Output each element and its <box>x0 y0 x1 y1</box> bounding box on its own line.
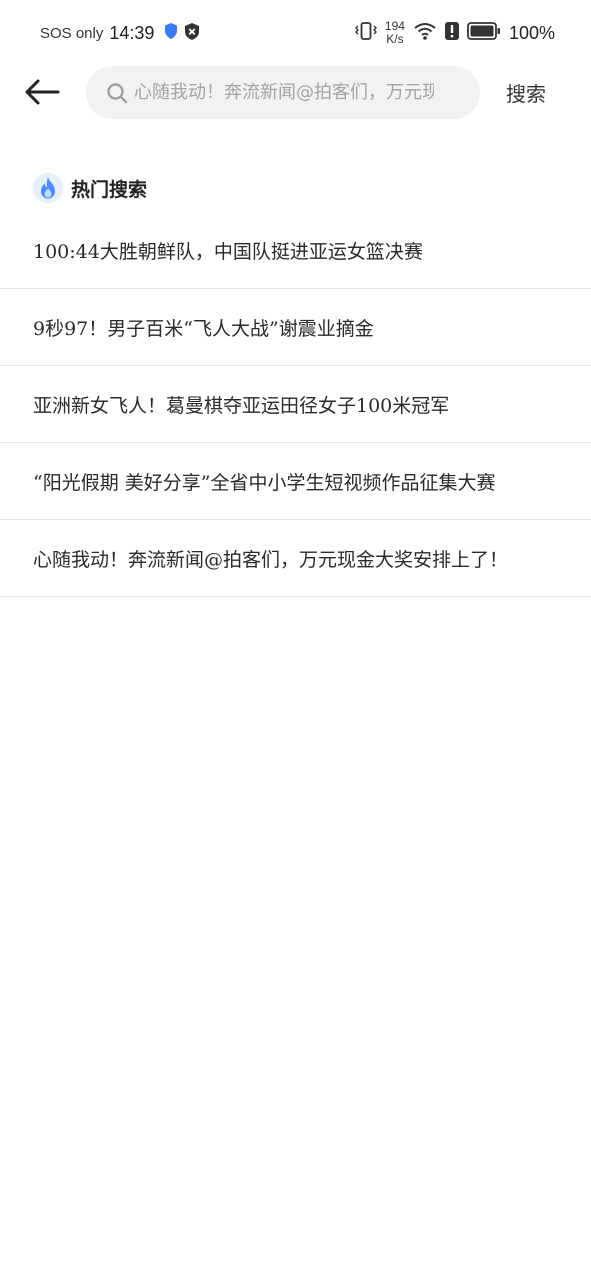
carrier-label: SOS only <box>40 24 104 42</box>
hot-search-item[interactable]: 亚洲新女飞人！葛曼棋夺亚运田径女子100米冠军 <box>0 366 591 443</box>
hot-search-item[interactable]: 心随我动！奔流新闻@拍客们，万元现金大奖安排上了！ <box>0 520 591 597</box>
hot-search-item[interactable]: “阳光假期 美好分享”全省中小学生短视频作品征集大赛 <box>0 443 591 520</box>
shield-icon <box>164 23 178 43</box>
search-icon <box>106 82 128 104</box>
clock-time: 14:39 <box>109 22 155 43</box>
battery-percent: 100% <box>508 22 555 43</box>
wifi-icon <box>413 21 437 45</box>
status-bar: SOS only 14:39 194 K/s 100% <box>0 0 591 66</box>
hot-search-list: 100:44大胜朝鲜队，中国队挺进亚运女篮决赛 9秒97！男子百米“飞人大战”谢… <box>0 212 591 597</box>
search-box[interactable] <box>86 66 480 119</box>
status-bar-right: 194 K/s 100% <box>354 18 555 48</box>
search-input[interactable] <box>134 82 434 103</box>
arrow-left-icon <box>24 79 60 109</box>
hot-search-item[interactable]: 9秒97！男子百米“飞人大战”谢震业摘金 <box>0 289 591 366</box>
hot-search-item[interactable]: 100:44大胜朝鲜队，中国队挺进亚运女篮决赛 <box>0 212 591 289</box>
hot-search-header: 热门搜索 <box>33 172 147 204</box>
hot-search-item-text: 9秒97！男子百米“飞人大战”谢震业摘金 <box>33 317 374 340</box>
hot-search-item-text: 100:44大胜朝鲜队，中国队挺进亚运女篮决赛 <box>33 240 423 263</box>
net-speed-unit: K/s <box>386 32 404 46</box>
search-header: 搜索 <box>0 66 591 120</box>
hot-search-item-text: “阳光假期 美好分享”全省中小学生短视频作品征集大赛 <box>33 471 496 494</box>
hot-search-item-text: 心随我动！奔流新闻@拍客们，万元现金大奖安排上了！ <box>33 548 509 571</box>
vibrate-icon <box>354 21 377 45</box>
search-button[interactable]: 搜索 <box>506 78 546 107</box>
status-bar-left: SOS only 14:39 <box>40 20 200 46</box>
privacy-icon <box>184 22 200 44</box>
battery-icon <box>467 22 501 44</box>
alert-icon <box>444 22 459 44</box>
hot-search-title: 热门搜索 <box>71 178 148 201</box>
back-button[interactable] <box>22 74 62 114</box>
net-speed: 194 K/s <box>385 20 405 46</box>
hot-search-item-text: 亚洲新女飞人！葛曼棋夺亚运田径女子100米冠军 <box>33 394 450 417</box>
fire-icon <box>33 173 63 203</box>
